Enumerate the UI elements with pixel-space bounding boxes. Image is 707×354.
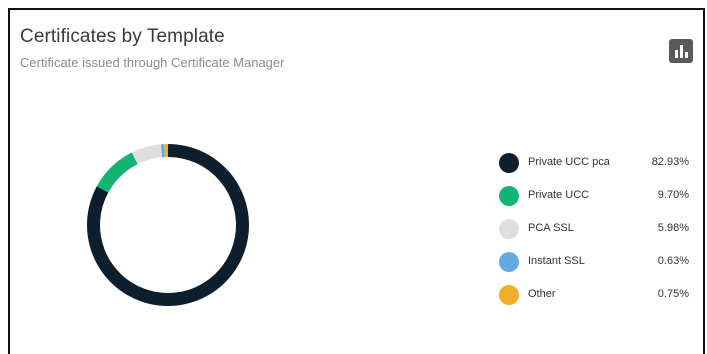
bar-chart-icon[interactable] bbox=[669, 39, 693, 63]
chart-legend: Private UCC pca 82.93% Private UCC 9.70% PCA… bbox=[499, 153, 689, 318]
legend-value: 5.98% bbox=[657, 222, 689, 234]
donut-chart bbox=[87, 144, 249, 306]
chart-card: Certificates by Template Certificate iss… bbox=[8, 8, 705, 354]
legend-swatch bbox=[499, 219, 519, 239]
legend-label: Private UCC pca bbox=[528, 156, 610, 168]
card-subtitle: Certificate issued through Certificate M… bbox=[20, 55, 285, 70]
bar-chart-icon-bar bbox=[680, 45, 683, 58]
card-title: Certificates by Template bbox=[20, 26, 225, 47]
bar-chart-icon-bar bbox=[685, 52, 688, 58]
donut-slice-pca-ssl[interactable] bbox=[131, 144, 163, 165]
donut-slice-other[interactable] bbox=[164, 144, 168, 158]
legend-value: 9.70% bbox=[657, 189, 689, 201]
legend-label: Instant SSL bbox=[528, 255, 585, 267]
legend-value: 0.75% bbox=[657, 288, 689, 300]
legend-label: Private UCC bbox=[528, 189, 590, 201]
legend-value: 82.93% bbox=[651, 156, 689, 168]
legend-item[interactable]: PCA SSL 5.98% bbox=[499, 219, 689, 252]
legend-swatch bbox=[499, 252, 519, 272]
legend-value: 0.63% bbox=[657, 255, 689, 267]
legend-item[interactable]: Other 0.75% bbox=[499, 285, 689, 318]
legend-item[interactable]: Private UCC pca 82.93% bbox=[499, 153, 689, 186]
legend-swatch bbox=[499, 153, 519, 173]
legend-label: Other bbox=[528, 288, 556, 300]
legend-label: PCA SSL bbox=[528, 222, 574, 234]
bar-chart-icon-bar bbox=[675, 50, 678, 58]
legend-item[interactable]: Private UCC 9.70% bbox=[499, 186, 689, 219]
donut-slice-private-ucc[interactable] bbox=[96, 152, 138, 193]
legend-swatch bbox=[499, 285, 519, 305]
legend-item[interactable]: Instant SSL 0.63% bbox=[499, 252, 689, 285]
legend-swatch bbox=[499, 186, 519, 206]
